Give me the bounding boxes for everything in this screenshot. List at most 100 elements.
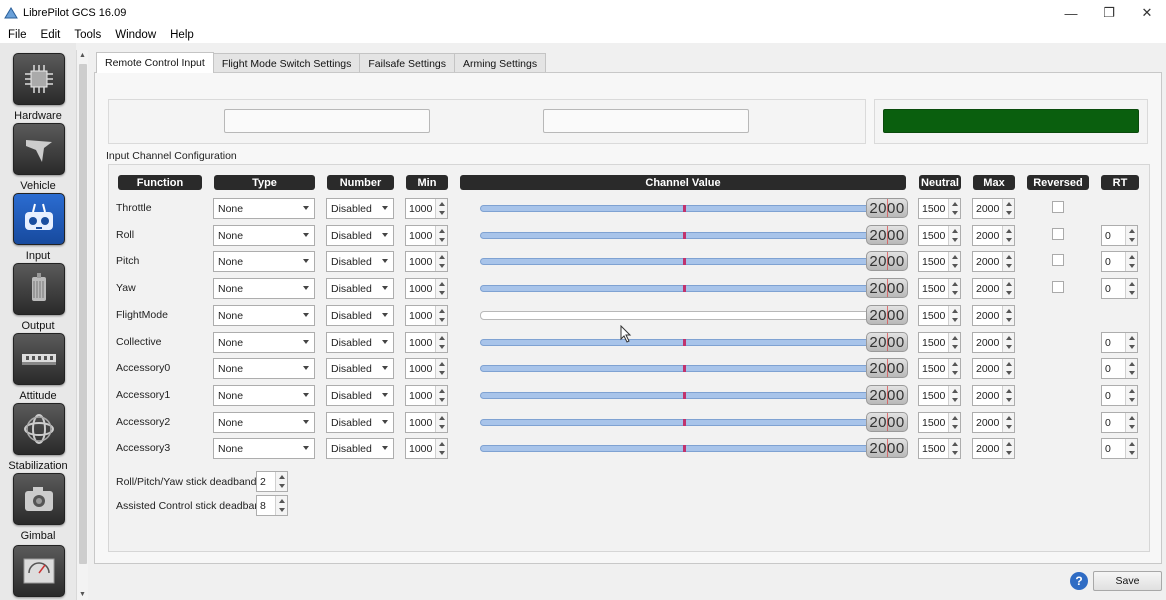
rt-spinbox[interactable]: 0 — [1101, 438, 1138, 459]
scrollbar-thumb[interactable] — [79, 64, 87, 564]
rt-spinbox[interactable]: 0 — [1101, 385, 1138, 406]
type-select[interactable]: None — [213, 198, 315, 219]
sidebar-item-output[interactable]: Output — [0, 263, 76, 333]
neutral-spinbox[interactable]: 1500 — [918, 278, 961, 299]
minimize-button[interactable]: — — [1052, 0, 1090, 26]
tab-failsafe-settings[interactable]: Failsafe Settings — [359, 53, 455, 73]
min-spinbox[interactable]: 1000 — [405, 385, 448, 406]
number-select[interactable]: Disabled — [326, 225, 394, 246]
scroll-up-icon[interactable]: ▲ — [79, 52, 86, 59]
type-select[interactable]: None — [213, 278, 315, 299]
neutral-spinbox[interactable]: 1500 — [918, 358, 961, 379]
sidebar-item-gimbal[interactable]: Gimbal — [0, 473, 76, 543]
sidebar-item-attitude[interactable]: Attitude — [0, 333, 76, 403]
neutral-spinbox[interactable]: 1500 — [918, 225, 961, 246]
menu-window[interactable]: Window — [107, 29, 162, 41]
channel-value-slider[interactable] — [480, 258, 870, 265]
type-select[interactable]: None — [213, 251, 315, 272]
channel-value-slider[interactable] — [480, 339, 870, 346]
number-select[interactable]: Disabled — [326, 385, 394, 406]
rt-spinbox[interactable]: 0 — [1101, 332, 1138, 353]
min-spinbox[interactable]: 1000 — [405, 412, 448, 433]
max-spinbox[interactable]: 2000 — [972, 251, 1015, 272]
sidebar-item-hardware[interactable]: Hardware — [0, 53, 76, 123]
menu-edit[interactable]: Edit — [33, 29, 67, 41]
number-select[interactable]: Disabled — [326, 438, 394, 459]
assisted-deadband-spinbox[interactable]: 8 — [256, 495, 288, 516]
type-select[interactable]: None — [213, 225, 315, 246]
min-spinbox[interactable]: 1000 — [405, 332, 448, 353]
save-button[interactable]: Save — [1093, 571, 1162, 591]
sidebar-item-vehicle[interactable]: Vehicle — [0, 123, 76, 193]
max-spinbox[interactable]: 2000 — [972, 278, 1015, 299]
number-select[interactable]: Disabled — [326, 305, 394, 326]
type-select[interactable]: None — [213, 332, 315, 353]
rt-spinbox[interactable]: 0 — [1101, 225, 1138, 246]
type-select[interactable]: None — [213, 412, 315, 433]
type-select[interactable]: None — [213, 438, 315, 459]
max-spinbox[interactable]: 2000 — [972, 438, 1015, 459]
number-select[interactable]: Disabled — [326, 198, 394, 219]
menu-tools[interactable]: Tools — [66, 29, 107, 41]
calibration-button[interactable] — [543, 109, 749, 133]
min-spinbox[interactable]: 1000 — [405, 438, 448, 459]
type-select[interactable]: None — [213, 358, 315, 379]
max-spinbox[interactable]: 2000 — [972, 332, 1015, 353]
sidebar-item-stabilization[interactable]: Stabilization — [0, 403, 76, 473]
min-spinbox[interactable]: 1000 — [405, 278, 448, 299]
max-spinbox[interactable]: 2000 — [972, 198, 1015, 219]
min-spinbox[interactable]: 1000 — [405, 251, 448, 272]
neutral-spinbox[interactable]: 1500 — [918, 412, 961, 433]
rt-spinbox[interactable]: 0 — [1101, 412, 1138, 433]
max-spinbox[interactable]: 2000 — [972, 385, 1015, 406]
type-select[interactable]: None — [213, 305, 315, 326]
tab-flight-mode-switch-settings[interactable]: Flight Mode Switch Settings — [212, 53, 361, 73]
scroll-down-icon[interactable]: ▼ — [79, 591, 86, 598]
reversed-checkbox[interactable] — [1052, 254, 1064, 266]
min-spinbox[interactable]: 1000 — [405, 198, 448, 219]
number-select[interactable]: Disabled — [326, 332, 394, 353]
channel-value-slider[interactable] — [480, 311, 870, 320]
channel-value-slider[interactable] — [480, 365, 870, 372]
rt-spinbox[interactable]: 0 — [1101, 358, 1138, 379]
neutral-spinbox[interactable]: 1500 — [918, 385, 961, 406]
channel-value-slider[interactable] — [480, 205, 870, 212]
menu-file[interactable]: File — [0, 29, 33, 41]
min-spinbox[interactable]: 1000 — [405, 358, 448, 379]
menu-help[interactable]: Help — [162, 29, 200, 41]
sidebar-scrollbar[interactable]: ▲ ▼ — [76, 50, 88, 600]
number-select[interactable]: Disabled — [326, 251, 394, 272]
type-select[interactable]: None — [213, 385, 315, 406]
close-button[interactable]: ✕ — [1128, 0, 1166, 26]
channel-value-slider[interactable] — [480, 285, 870, 292]
number-select[interactable]: Disabled — [326, 278, 394, 299]
max-spinbox[interactable]: 2000 — [972, 412, 1015, 433]
reversed-checkbox[interactable] — [1052, 281, 1064, 293]
min-spinbox[interactable]: 1000 — [405, 305, 448, 326]
rpy-deadband-spinbox[interactable]: 2 — [256, 471, 288, 492]
max-spinbox[interactable]: 2000 — [972, 305, 1015, 326]
reversed-checkbox[interactable] — [1052, 201, 1064, 213]
max-spinbox[interactable]: 2000 — [972, 225, 1015, 246]
rt-spinbox[interactable]: 0 — [1101, 251, 1138, 272]
neutral-spinbox[interactable]: 1500 — [918, 438, 961, 459]
start-wizard-button[interactable] — [224, 109, 430, 133]
neutral-spinbox[interactable]: 1500 — [918, 251, 961, 272]
tab-remote-control-input[interactable]: Remote Control Input — [96, 52, 214, 73]
channel-value-slider[interactable] — [480, 419, 870, 426]
maximize-button[interactable]: ❐ — [1090, 0, 1128, 26]
sidebar-item-input[interactable]: Input — [0, 193, 76, 263]
help-icon[interactable]: ? — [1070, 572, 1088, 590]
reversed-checkbox[interactable] — [1052, 228, 1064, 240]
neutral-spinbox[interactable]: 1500 — [918, 305, 961, 326]
tab-arming-settings[interactable]: Arming Settings — [454, 53, 547, 73]
number-select[interactable]: Disabled — [326, 412, 394, 433]
max-spinbox[interactable]: 2000 — [972, 358, 1015, 379]
neutral-spinbox[interactable]: 1500 — [918, 198, 961, 219]
number-select[interactable]: Disabled — [326, 358, 394, 379]
neutral-spinbox[interactable]: 1500 — [918, 332, 961, 353]
channel-value-slider[interactable] — [480, 232, 870, 239]
channel-value-slider[interactable] — [480, 392, 870, 399]
min-spinbox[interactable]: 1000 — [405, 225, 448, 246]
rt-spinbox[interactable]: 0 — [1101, 278, 1138, 299]
